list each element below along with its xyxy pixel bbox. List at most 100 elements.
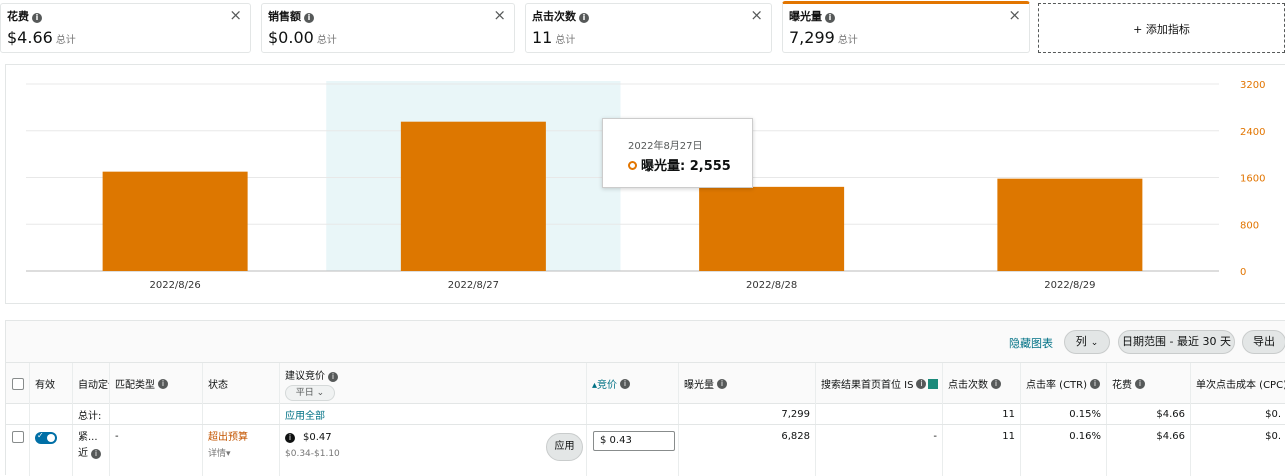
bar bbox=[400, 121, 546, 271]
bar bbox=[102, 171, 248, 271]
select-all-cell bbox=[6, 363, 30, 404]
info-icon[interactable]: i bbox=[991, 378, 1001, 389]
info-icon[interactable]: i bbox=[916, 378, 927, 389]
row-impressions: 6,828 bbox=[679, 425, 816, 476]
header-suggested-bid[interactable]: 建议竞价 i 平日 ⌄ bbox=[280, 363, 587, 404]
chevron-down-icon: ⌄ bbox=[1090, 338, 1099, 348]
export-button[interactable]: 导出 bbox=[1242, 330, 1285, 354]
total-cpc: $0. bbox=[1265, 408, 1281, 420]
metric-card-impressions[interactable]: 曝光量 i × 7,299 总计 bbox=[782, 1, 1030, 53]
add-metric-button[interactable]: + 添加指标 bbox=[1038, 3, 1285, 53]
total-row: 总计: 应用全部 7,299 11 0.15% $4.66 $0. bbox=[6, 404, 1285, 425]
close-icon[interactable]: × bbox=[750, 8, 763, 23]
header-match-type[interactable]: 匹配类型 i bbox=[110, 363, 203, 404]
header-spend[interactable]: 花费 i bbox=[1107, 363, 1191, 404]
apply-all-link[interactable]: 应用全部 bbox=[280, 404, 587, 424]
close-icon[interactable]: × bbox=[1008, 8, 1021, 23]
info-icon[interactable]: i bbox=[285, 433, 295, 443]
total-label: 总计: bbox=[73, 404, 110, 424]
bid-input[interactable]: $ 0.43 bbox=[593, 431, 675, 451]
info-icon[interactable]: i bbox=[328, 371, 338, 382]
auto-target-name: 紧... bbox=[78, 432, 98, 443]
add-metric-label: + 添加指标 bbox=[1133, 23, 1190, 36]
info-icon[interactable]: i bbox=[1135, 378, 1145, 389]
bar bbox=[699, 186, 845, 271]
metric-value: $0.00 bbox=[268, 28, 314, 47]
tooltip-date: 2022年8月27日 bbox=[628, 141, 703, 152]
targeting-table: 隐藏图表 列⌄ 日期范围 - 最近 30 天 导出 有效 自动定位 匹配类型i … bbox=[5, 320, 1285, 476]
total-ctr: 0.15% bbox=[1021, 404, 1107, 424]
total-clicks: 11 bbox=[943, 404, 1021, 424]
status-badge: 超出预算 bbox=[208, 432, 248, 443]
header-label: 搜索结果首页首位 IS bbox=[821, 380, 914, 391]
series-marker-icon bbox=[628, 161, 637, 170]
status-details-link[interactable]: 详情▾ bbox=[208, 446, 231, 462]
header-label: 曝光量 bbox=[684, 380, 714, 391]
info-icon[interactable]: i bbox=[91, 449, 101, 459]
row-clicks: 11 bbox=[943, 425, 1021, 476]
info-icon[interactable]: i bbox=[158, 378, 168, 389]
chart-tooltip: 2022年8月27日 曝光量: 2,555 bbox=[602, 118, 753, 188]
info-icon[interactable]: i bbox=[1090, 378, 1101, 389]
active-toggle[interactable] bbox=[35, 431, 57, 444]
bar bbox=[997, 178, 1143, 271]
suggested-bid-range: $0.34-$1.10 bbox=[285, 449, 340, 459]
header-auto[interactable]: 自动定位 bbox=[73, 363, 110, 404]
header-label: 匹配类型 bbox=[115, 380, 155, 391]
info-icon[interactable]: i bbox=[620, 378, 631, 389]
x-tick-label: 2022/8/28 bbox=[746, 280, 797, 291]
header-label: 花费 bbox=[1112, 380, 1132, 391]
metric-label: 曝光量 bbox=[789, 10, 822, 23]
info-icon[interactable]: i bbox=[717, 378, 727, 389]
header-impressions[interactable]: 曝光量 i bbox=[679, 363, 816, 404]
header-ctr[interactable]: 点击率 (CTR) i bbox=[1021, 363, 1107, 404]
row-top-search-is: - bbox=[816, 425, 943, 476]
auto-target-sub: 近 bbox=[78, 448, 88, 459]
info-icon[interactable]: i bbox=[32, 13, 42, 23]
hide-chart-link[interactable]: 隐藏图表 bbox=[1009, 335, 1053, 351]
header-label: 点击次数 bbox=[948, 380, 988, 391]
metric-card-spend[interactable]: 花费 i × $4.66 总计 bbox=[0, 3, 251, 53]
x-tick-label: 2022/8/27 bbox=[448, 280, 499, 291]
info-icon[interactable]: i bbox=[825, 13, 835, 23]
select-all-checkbox[interactable] bbox=[11, 377, 24, 390]
table-header: 有效 自动定位 匹配类型i 状态 建议竞价i 平日 ⌄ ▴竞价i 曝光量i 搜索… bbox=[6, 363, 1285, 404]
y-tick-label: 2400 bbox=[1240, 127, 1265, 138]
row-spend: $4.66 bbox=[1107, 425, 1191, 476]
header-top-search-is[interactable]: 搜索结果首页首位 IS i bbox=[816, 363, 943, 404]
total-spend: $4.66 bbox=[1107, 404, 1191, 424]
row-checkbox[interactable] bbox=[11, 431, 24, 443]
metric-value: 7,299 bbox=[789, 28, 835, 47]
bid-mode-dropdown[interactable]: 平日 ⌄ bbox=[285, 384, 335, 401]
y-tick-label: 3200 bbox=[1240, 80, 1265, 91]
y-tick-label: 800 bbox=[1240, 220, 1259, 231]
metric-sum-label: 总计 bbox=[837, 35, 858, 46]
tooltip-value: 曝光量: 2,555 bbox=[641, 159, 731, 174]
metric-value: 11 bbox=[532, 28, 553, 47]
suggested-bid-value: $0.47 bbox=[303, 432, 332, 443]
x-tick-label: 2022/8/29 bbox=[1044, 280, 1095, 291]
header-label: 建议竞价 bbox=[285, 370, 325, 382]
header-cpc[interactable]: 单次点击成本 (CPC) bbox=[1191, 363, 1285, 404]
metric-label: 花费 bbox=[7, 10, 29, 23]
metric-cards: 花费 i × $4.66 总计 销售额 i × $0.00 总计 点击次数 i × 11 总… bbox=[0, 0, 1285, 56]
row-ctr: 0.16% bbox=[1021, 425, 1107, 476]
metric-value: $4.66 bbox=[7, 28, 53, 47]
metric-card-sales[interactable]: 销售额 i × $0.00 总计 bbox=[261, 3, 515, 53]
metric-card-clicks[interactable]: 点击次数 i × 11 总计 bbox=[525, 3, 772, 53]
info-icon[interactable]: i bbox=[579, 13, 589, 23]
close-icon[interactable]: × bbox=[229, 8, 242, 23]
header-label: ▴竞价 bbox=[592, 380, 618, 391]
header-status[interactable]: 状态 bbox=[203, 363, 280, 404]
info-icon[interactable]: i bbox=[304, 13, 314, 23]
close-icon[interactable]: × bbox=[493, 8, 506, 23]
apply-button[interactable]: 应用 bbox=[546, 433, 583, 461]
header-active[interactable]: 有效 bbox=[30, 363, 73, 404]
header-bid[interactable]: ▴竞价 i bbox=[587, 363, 679, 404]
header-clicks[interactable]: 点击次数 i bbox=[943, 363, 1021, 404]
match-type-value: - bbox=[110, 425, 203, 476]
y-tick-label: 1600 bbox=[1240, 174, 1265, 185]
columns-dropdown[interactable]: 列 ⌄ bbox=[1064, 330, 1110, 354]
date-range-button[interactable]: 日期范围 - 最近 30 天 bbox=[1118, 330, 1235, 354]
columns-label: 列 bbox=[1075, 335, 1087, 348]
